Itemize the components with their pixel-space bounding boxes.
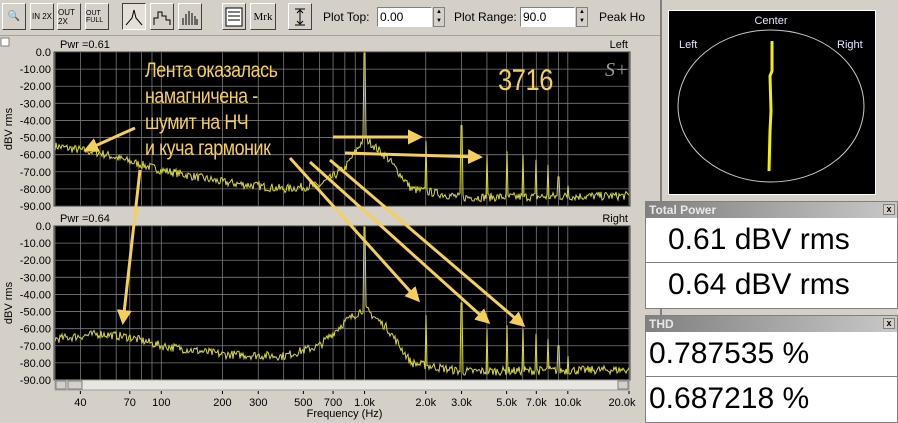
y-tick-label: -70.00 xyxy=(20,341,51,353)
y-tick-label: -90.00 xyxy=(20,201,51,213)
total-power-right: 0.64 dBV rms xyxy=(646,262,897,306)
plot-area xyxy=(55,226,629,380)
pwr-label: Pwr =0.61 xyxy=(60,39,110,51)
x-tick-label: 20.0k xyxy=(609,397,636,409)
zoom-out-2x-button[interactable]: OUT 2X xyxy=(57,3,81,30)
channel-label: Left xyxy=(610,39,628,51)
y-tick-label: 0.0 xyxy=(36,221,51,233)
plot-range-label: Plot Range: xyxy=(454,10,517,24)
y-tick-label: -30.00 xyxy=(20,98,51,110)
x-tick-label: 40 xyxy=(74,397,86,409)
x-tick-label: 200 xyxy=(213,397,231,409)
horizontal-scrollbar[interactable] xyxy=(54,379,630,391)
magnifier-icon: 🔍 xyxy=(7,11,21,22)
channel-label: Right xyxy=(602,213,628,225)
scroll-thumb[interactable] xyxy=(67,380,83,390)
x-tick-label: 100 xyxy=(152,397,170,409)
scope-right-label: Right xyxy=(837,39,863,51)
annotation-text: Лента оказалась намагничена - шумит на Н… xyxy=(145,58,278,162)
y-tick-label: -10.00 xyxy=(20,238,51,250)
collapse-button[interactable] xyxy=(0,37,10,47)
vertical-range-icon xyxy=(295,8,305,25)
y-axis-label: dBV rms xyxy=(3,107,15,150)
close-icon[interactable]: x xyxy=(883,204,895,215)
logo: S+ xyxy=(605,59,629,81)
scope-left-label: Left xyxy=(679,39,697,51)
thd-left: 0.787535 % xyxy=(649,337,810,370)
y-tick-label: -20.00 xyxy=(20,255,51,267)
peak-hold-label[interactable]: Peak Ho xyxy=(599,10,645,24)
scroll-left-button[interactable] xyxy=(55,380,67,390)
x-tick-label: 70 xyxy=(124,397,136,409)
x-tick-label: 5.0k xyxy=(496,397,517,409)
toolbar: 🔍 IN 2X OUT 2X OUT FULL Mrk Plot Top: 0.… xyxy=(0,0,660,36)
y-tick-label: -60.00 xyxy=(20,324,51,336)
line-plot-button[interactable] xyxy=(122,3,146,30)
zoom-button[interactable]: 🔍 xyxy=(2,3,26,30)
y-tick-label: -50.00 xyxy=(20,133,51,145)
marker-button[interactable]: Mrk xyxy=(250,3,276,30)
total-power-title: Total Power xyxy=(649,203,717,217)
annotation-line: и куча гармоник xyxy=(145,137,271,160)
y-tick-label: -40.00 xyxy=(20,115,51,127)
total-power-window: Total Power x 0.61 dBV rms 0.64 dBV rms xyxy=(645,201,898,309)
x-tick-label: 3.0k xyxy=(451,397,472,409)
y-tick-label: -40.00 xyxy=(20,289,51,301)
plot-top-input[interactable]: 0.00 xyxy=(377,7,432,27)
zoom-out-full-button[interactable]: OUT FULL xyxy=(85,3,109,30)
y-tick-label: -10.00 xyxy=(20,64,51,76)
thd-right: 0.687218 % xyxy=(646,376,897,420)
scope-center-label: Center xyxy=(754,15,787,27)
x-tick-label: 10.0k xyxy=(554,397,581,409)
y-axis-label: dBV rms xyxy=(3,281,15,324)
x-tick-label: 2.0k xyxy=(415,397,436,409)
settings-panel-button[interactable] xyxy=(222,3,246,30)
plot-range-spinner[interactable]: ▲ ▼ xyxy=(576,7,588,27)
step-plot-button[interactable] xyxy=(150,3,174,30)
annotation-line: намагничена - xyxy=(145,85,258,108)
annotation-line: шумит на НЧ xyxy=(145,111,249,134)
range-button[interactable] xyxy=(288,3,312,30)
y-tick-label: -30.00 xyxy=(20,272,51,284)
pwr-label: Pwr =0.64 xyxy=(60,213,110,225)
stereo-phase-scope: Center Left Right xyxy=(668,10,876,195)
x-tick-label: 300 xyxy=(249,397,267,409)
plot-range-input[interactable]: 90.0 xyxy=(520,7,575,27)
scroll-right-button[interactable] xyxy=(617,380,629,390)
plot-top-spinner[interactable]: ▲ ▼ xyxy=(433,7,445,27)
y-tick-label: -80.00 xyxy=(20,358,51,370)
step-plot-icon xyxy=(153,11,171,25)
x-tick-label: 7.0k xyxy=(526,397,547,409)
bar-plot-button[interactable] xyxy=(178,3,202,30)
annotation-line: Лента оказалась xyxy=(145,59,278,82)
close-icon[interactable]: x xyxy=(883,318,895,329)
bar-plot-icon xyxy=(182,10,198,25)
y-tick-label: -50.00 xyxy=(20,307,51,319)
y-tick-label: -60.00 xyxy=(20,150,51,162)
y-tick-label: 0.0 xyxy=(36,47,51,59)
y-tick-label: -90.00 xyxy=(20,375,51,387)
y-tick-label: -80.00 xyxy=(20,184,51,196)
annotation-number: 3716 xyxy=(498,64,554,97)
total-power-left: 0.61 dBV rms xyxy=(668,223,850,256)
thd-title: THD xyxy=(649,317,674,331)
line-plot-icon xyxy=(125,9,143,25)
x-axis-label: Frequency (Hz) xyxy=(307,408,383,420)
plot-top-label: Plot Top: xyxy=(323,10,370,24)
y-tick-label: -70.00 xyxy=(20,167,51,179)
panel-icon xyxy=(225,7,243,26)
y-tick-label: -20.00 xyxy=(20,81,51,93)
scope-trace xyxy=(767,41,774,172)
zoom-in-2x-button[interactable]: IN 2X xyxy=(30,3,54,30)
thd-window: THD x 0.787535 % 0.687218 % xyxy=(645,315,898,423)
